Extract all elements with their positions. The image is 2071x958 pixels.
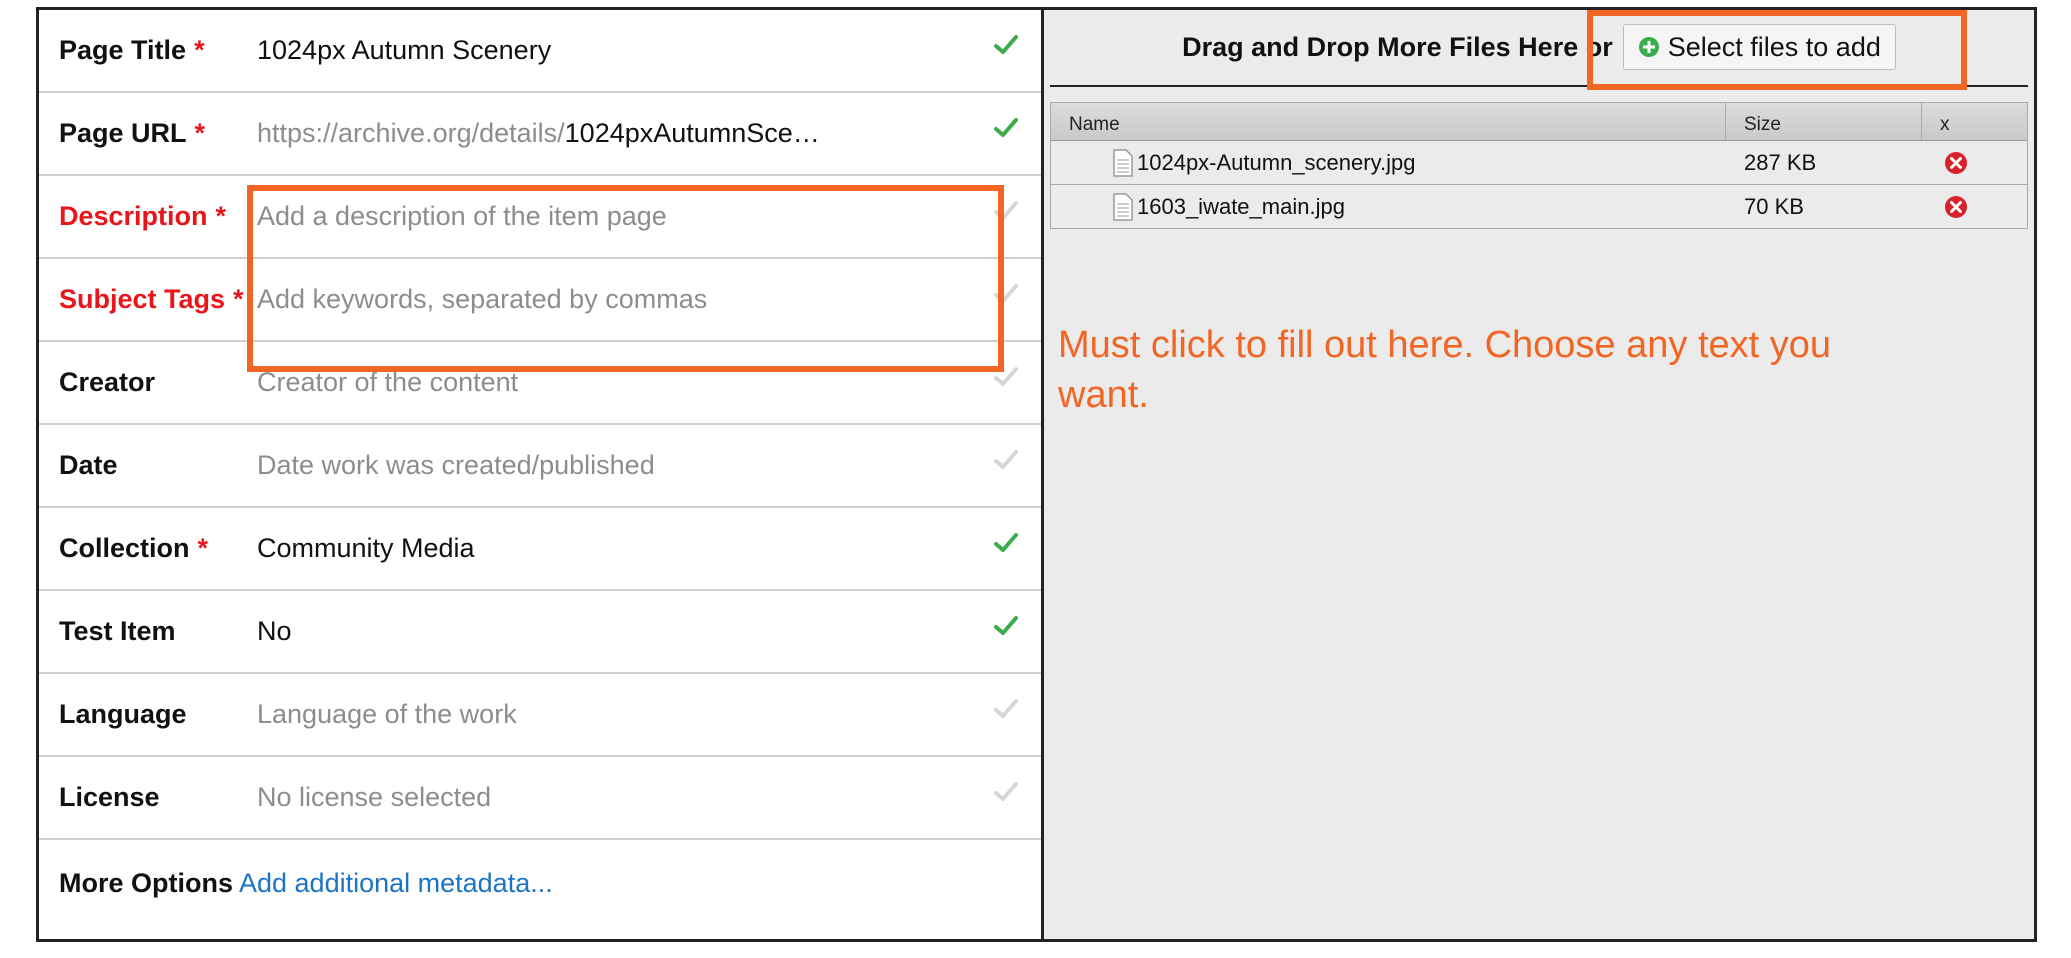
field-description[interactable]: Description * Add a description of the it… [39, 176, 1041, 259]
required-mark: * [194, 35, 205, 65]
table-row[interactable]: 1603_iwate_main.jpg 70 KB [1051, 185, 2027, 228]
field-label-text: Description [59, 201, 208, 231]
check-icon [994, 533, 1018, 552]
field-creator[interactable]: Creator Creator of the content [39, 342, 1041, 425]
field-date[interactable]: Date Date work was created/published [39, 425, 1041, 508]
url-identifier: 1024pxAutumnSce… [564, 118, 820, 148]
field-license[interactable]: License No license selected [39, 757, 1041, 840]
required-mark: * [215, 201, 227, 231]
field-label: Date [59, 450, 118, 480]
file-name: 1024px-Autumn_scenery.jpg [1137, 149, 1416, 175]
test-item-value[interactable]: No [257, 591, 292, 672]
field-more-options: More Options Add additional metadata... [39, 840, 1041, 926]
file-name-cell: 1024px-Autumn_scenery.jpg [1051, 141, 1726, 184]
column-remove: x [1940, 114, 1950, 135]
file-name-cell: 1603_iwate_main.jpg [1051, 185, 1726, 228]
metadata-form: Page Title * 1024px Autumn Scenery Page U… [39, 10, 1044, 939]
field-page-title[interactable]: Page Title * 1024px Autumn Scenery [39, 10, 1041, 93]
required-mark: * [233, 284, 244, 314]
document-icon [1113, 148, 1133, 177]
field-subject-tags[interactable]: Subject Tags * Add keywords, separated by… [39, 259, 1041, 342]
plus-circle-icon [1638, 37, 1659, 57]
field-label: Language [59, 699, 187, 729]
field-language[interactable]: Language Language of the work [39, 674, 1041, 757]
check-icon [994, 201, 1018, 220]
field-label: Creator [59, 367, 156, 397]
check-icon [994, 118, 1018, 137]
check-icon [994, 450, 1018, 469]
field-label: Page URL * [59, 93, 205, 174]
field-label-text: Collection [59, 533, 190, 563]
url-prefix: https://archive.org/details/ [257, 118, 565, 148]
field-label: Test Item [59, 616, 176, 646]
remove-icon[interactable] [1944, 195, 1968, 219]
page-url-value[interactable]: https://archive.org/details/1024pxAutumn… [257, 93, 820, 174]
column-name[interactable]: Name [1051, 103, 1726, 140]
check-icon [994, 35, 1018, 54]
field-label: Collection * [59, 508, 208, 589]
field-label: Page Title * [59, 10, 205, 91]
check-icon [994, 367, 1018, 386]
remove-cell [1922, 185, 2027, 228]
divider [1050, 85, 2028, 87]
file-name: 1603_iwate_main.jpg [1137, 193, 1345, 219]
license-select[interactable]: No license selected [257, 757, 491, 838]
field-label: Subject Tags * [59, 259, 244, 340]
language-input[interactable]: Language of the work [257, 674, 517, 755]
add-metadata-link[interactable]: Add additional metadata... [239, 840, 553, 926]
drop-zone-text: Drag and Drop More Files Here or [1182, 31, 1613, 62]
field-label: More Options [59, 867, 233, 898]
field-collection[interactable]: Collection * Community Media [39, 508, 1041, 591]
check-icon [994, 616, 1018, 635]
file-size: 287 KB [1744, 149, 1817, 175]
required-mark: * [194, 118, 206, 148]
file-table-header: Name Size x [1051, 103, 2027, 141]
field-test-item[interactable]: Test Item No [39, 591, 1041, 674]
upload-panel: Drag and Drop More Files Here or Select … [1044, 10, 2034, 939]
annotation-note: Must click to fill out here. Choose any … [1058, 324, 1832, 416]
field-page-url[interactable]: Page URL * https://archive.org/details/10… [39, 93, 1041, 176]
document-icon [1113, 192, 1133, 221]
page-title-value[interactable]: 1024px Autumn Scenery [257, 10, 551, 91]
table-row[interactable]: 1024px-Autumn_scenery.jpg 287 KB [1051, 141, 2027, 185]
description-input[interactable]: Add a description of the item page [257, 176, 667, 257]
field-label: Description * [59, 176, 226, 257]
field-label: License [59, 782, 160, 812]
upload-page: Page Title * 1024px Autumn Scenery Page U… [36, 7, 2037, 942]
field-label-text: Subject Tags [59, 284, 226, 314]
select-files-label: Select files to add [1667, 31, 1881, 62]
subject-tags-input[interactable]: Add keywords, separated by commas [257, 259, 707, 340]
drop-zone-header[interactable]: Drag and Drop More Files Here or Select … [1044, 10, 2034, 84]
collection-value[interactable]: Community Media [257, 508, 475, 589]
field-label-text: Page Title [59, 35, 187, 65]
remove-icon[interactable] [1944, 151, 1968, 175]
check-icon [994, 782, 1018, 801]
required-mark: * [197, 533, 209, 563]
field-label-text: Page URL [59, 118, 187, 148]
file-size: 70 KB [1744, 193, 1804, 219]
check-icon [994, 699, 1018, 718]
remove-cell [1922, 141, 2027, 184]
date-input[interactable]: Date work was created/published [257, 425, 655, 506]
column-size[interactable]: Size [1726, 103, 1922, 140]
check-icon [994, 284, 1018, 303]
creator-input[interactable]: Creator of the content [257, 342, 518, 423]
select-files-button[interactable]: Select files to add [1622, 24, 1896, 70]
file-table: Name Size x 1024px-Autumn_scenery.jpg 28… [1050, 102, 2028, 229]
